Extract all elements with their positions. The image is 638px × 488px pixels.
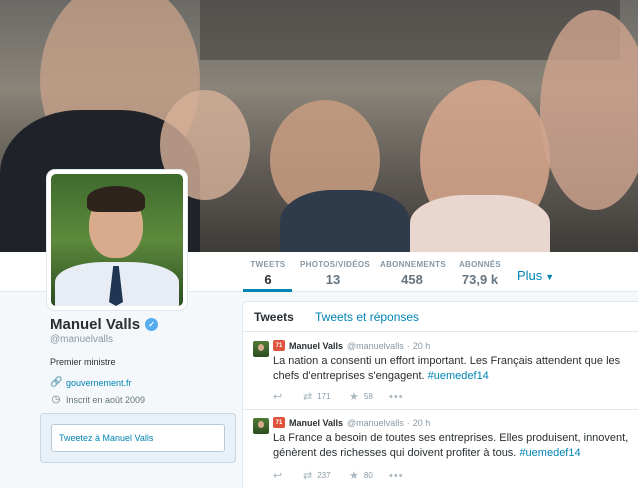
tweet-avatar[interactable] [253, 341, 269, 357]
tweet-avatar[interactable] [253, 418, 269, 434]
stat-following[interactable]: ABONNEMENTS 458 [380, 260, 446, 287]
tab-tweets-and-replies[interactable]: Tweets et réponses [315, 310, 419, 324]
more-label: Plus [517, 268, 543, 283]
stat-label: ABONNEMENTS [380, 260, 446, 269]
tweet-timestamp[interactable]: 20 h [413, 341, 431, 351]
tweet-to-box: Tweetez à Manuel Valls [40, 413, 236, 463]
retweet-count: 237 [317, 471, 331, 480]
tweet-rank-badge: 71 [273, 417, 285, 428]
tweet-item[interactable]: 71 Manuel Valls @manuelvalls · 20 h La F… [243, 410, 638, 488]
stat-value: 73,9 k [461, 272, 499, 287]
stat-followers[interactable]: ABONNÉS 73,9 k [458, 260, 502, 287]
tweet-item[interactable]: 71 Manuel Valls @manuelvalls · 20 h La n… [243, 333, 638, 410]
link-icon: 🔗 [50, 377, 63, 388]
stat-tweets[interactable]: TWEETS 6 [250, 260, 286, 287]
stat-label: TWEETS [250, 260, 286, 269]
profile-card: Manuel Valls ✓ @manuelvalls Premier mini… [50, 316, 230, 405]
tweet-text: La nation a consenti un effort important… [273, 354, 631, 384]
separator-dot: · [406, 417, 410, 428]
profile-bio: Premier ministre [50, 357, 116, 367]
retweet-button[interactable]: ⇄ 171 [303, 390, 349, 403]
stat-label: ABONNÉS [458, 260, 502, 269]
stat-value: 6 [264, 272, 272, 287]
favorite-count: 58 [363, 392, 373, 401]
tweet-to-input[interactable]: Tweetez à Manuel Valls [51, 424, 225, 452]
tweet-author-name[interactable]: Manuel Valls [289, 418, 343, 428]
tweet-author-name[interactable]: Manuel Valls [289, 341, 343, 351]
timeline: Tweets Tweets et réponses 71 Manuel Vall… [242, 301, 638, 488]
tweet-actions: ↩ ⇄ 237 ★ 80 ••• [273, 469, 409, 483]
star-icon: ★ [349, 391, 359, 403]
reply-icon: ↩ [273, 470, 283, 482]
profile-joined-date: Inscrit en août 2009 [66, 394, 146, 405]
separator-dot: · [406, 340, 410, 351]
chevron-down-icon: ▼ [545, 272, 555, 282]
profile-website-link[interactable]: gouvernement.fr [66, 378, 132, 388]
retweet-count: 171 [317, 392, 331, 401]
reply-button[interactable]: ↩ [273, 390, 303, 403]
more-actions-icon[interactable]: ••• [389, 391, 409, 403]
tweet-actions: ↩ ⇄ 171 ★ 58 ••• [273, 390, 409, 404]
favorite-count: 80 [363, 471, 373, 480]
retweet-icon: ⇄ [303, 391, 313, 403]
clock-icon: ◷ [51, 394, 61, 405]
tweet-rank-badge: 71 [273, 340, 285, 351]
tweet-timestamp[interactable]: 20 h [413, 418, 431, 428]
profile-name[interactable]: Manuel Valls [50, 316, 140, 333]
active-tab-indicator [243, 289, 292, 292]
stat-value: 13 [325, 272, 341, 287]
tweet-author-handle[interactable]: @manuelvalls [347, 418, 404, 428]
retweet-icon: ⇄ [303, 470, 313, 482]
favorite-button[interactable]: ★ 80 [349, 469, 389, 482]
more-button[interactable]: Plus ▼ [517, 268, 554, 283]
reply-icon: ↩ [273, 391, 283, 403]
profile-handle[interactable]: @manuelvalls [50, 334, 230, 345]
tweet-hashtag[interactable]: #uemedef14 [519, 447, 580, 459]
reply-button[interactable]: ↩ [273, 469, 303, 482]
profile-avatar[interactable] [47, 170, 187, 310]
tab-tweets[interactable]: Tweets [254, 310, 294, 324]
stat-photos-videos[interactable]: PHOTOS/VIDÉOS 13 [300, 260, 370, 287]
tweet-author-handle[interactable]: @manuelvalls [347, 341, 404, 351]
more-actions-icon[interactable]: ••• [389, 470, 409, 482]
stat-label: PHOTOS/VIDÉOS [300, 260, 370, 269]
tweet-hashtag[interactable]: #uemedef14 [428, 370, 489, 382]
star-icon: ★ [349, 470, 359, 482]
favorite-button[interactable]: ★ 58 [349, 390, 389, 403]
tweet-text: La France a besoin de toutes ses entrepr… [273, 431, 631, 461]
timeline-tabs: Tweets Tweets et réponses [243, 302, 638, 332]
verified-badge-icon: ✓ [145, 318, 159, 331]
retweet-button[interactable]: ⇄ 237 [303, 469, 349, 482]
stat-value: 458 [401, 272, 423, 287]
